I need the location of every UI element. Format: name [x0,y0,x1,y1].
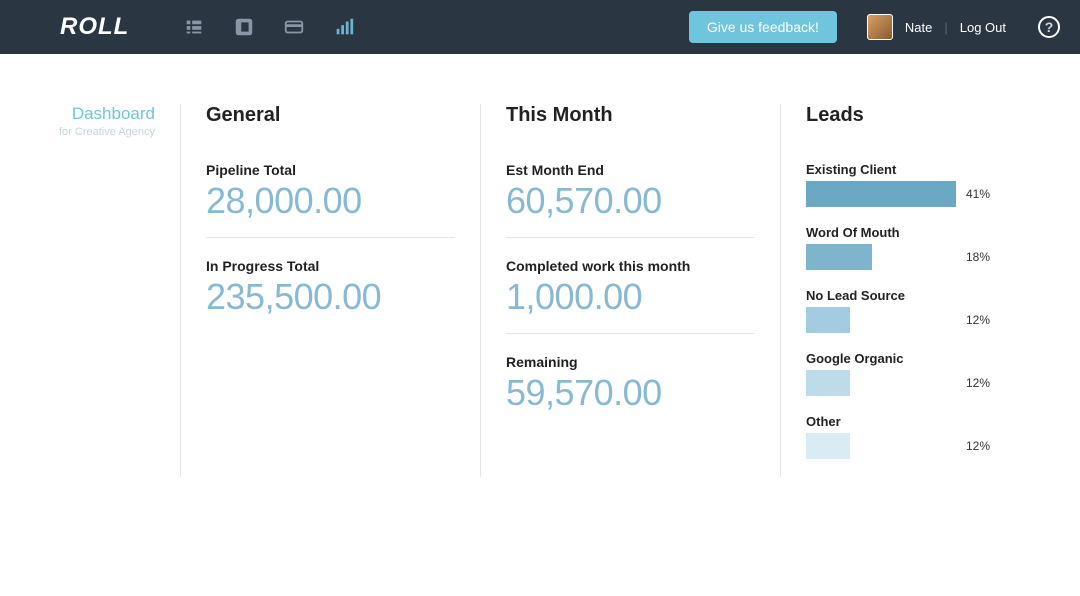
pipeline-value: 28,000.00 [206,180,455,222]
lead-pct: 12% [966,439,990,453]
lead-bar [806,433,850,459]
lead-bar-row: 18% [806,244,1015,270]
lead-bar-row: 41% [806,181,1015,207]
avatar[interactable] [867,14,893,40]
completed-label: Completed work this month [506,258,755,274]
col-leads: Leads Existing Client 41% Word Of Mouth … [780,104,1040,477]
lead-pct: 18% [966,250,990,264]
book-icon[interactable] [219,0,269,54]
feedback-button[interactable]: Give us feedback! [689,11,837,43]
sep: | [944,20,947,35]
est-label: Est Month End [506,162,755,178]
list-icon[interactable] [169,0,219,54]
lead-label: Other [806,414,1015,429]
lead-item: Word Of Mouth 18% [806,225,1015,270]
lead-item: Existing Client 41% [806,162,1015,207]
col-general: General Pipeline Total 28,000.00 In Prog… [180,104,480,477]
leads-heading: Leads [806,104,1015,127]
lead-bar-track [806,370,956,396]
lead-bar [806,370,850,396]
general-heading: General [206,104,455,127]
lead-bar-track [806,181,956,207]
lead-bar-row: 12% [806,433,1015,459]
lead-bar [806,244,872,270]
metric-pipeline: Pipeline Total 28,000.00 [206,162,455,222]
pipeline-label: Pipeline Total [206,162,455,178]
metric-completed: Completed work this month 1,000.00 [506,258,755,318]
divider [206,237,455,238]
sidebar: Dashboard for Creative Agency [0,104,180,477]
lead-label: Google Organic [806,351,1015,366]
divider [506,237,755,238]
leads-list: Existing Client 41% Word Of Mouth 18% No… [806,162,1015,459]
col-month: This Month Est Month End 60,570.00 Compl… [480,104,780,477]
metric-est: Est Month End 60,570.00 [506,162,755,222]
lead-label: Existing Client [806,162,1015,177]
sidebar-subtitle: for Creative Agency [0,126,155,138]
user-name-link[interactable]: Nate [905,20,932,35]
nav-icons [169,0,369,54]
inprogress-value: 235,500.00 [206,276,455,318]
month-heading: This Month [506,104,755,127]
topbar: ROLL Give us feedback! Nate | Log Out ? [0,0,1080,54]
completed-value: 1,000.00 [506,276,755,318]
main: Dashboard for Creative Agency General Pi… [0,54,1080,477]
divider [506,333,755,334]
inprogress-label: In Progress Total [206,258,455,274]
columns: General Pipeline Total 28,000.00 In Prog… [180,104,1080,477]
lead-pct: 12% [966,376,990,390]
lead-pct: 41% [966,187,990,201]
user-area: Nate | Log Out ? [867,14,1060,40]
lead-item: No Lead Source 12% [806,288,1015,333]
remaining-label: Remaining [506,354,755,370]
lead-label: No Lead Source [806,288,1015,303]
lead-item: Other 12% [806,414,1015,459]
card-icon[interactable] [269,0,319,54]
lead-bar [806,307,850,333]
metric-inprogress: In Progress Total 235,500.00 [206,258,455,318]
logout-link[interactable]: Log Out [960,20,1006,35]
est-value: 60,570.00 [506,180,755,222]
sidebar-title[interactable]: Dashboard [0,104,155,124]
lead-bar-row: 12% [806,307,1015,333]
lead-item: Google Organic 12% [806,351,1015,396]
lead-label: Word Of Mouth [806,225,1015,240]
lead-bar-track [806,307,956,333]
remaining-value: 59,570.00 [506,372,755,414]
lead-bar-row: 12% [806,370,1015,396]
lead-bar-track [806,244,956,270]
lead-pct: 12% [966,313,990,327]
help-icon[interactable]: ? [1038,16,1060,38]
chart-icon[interactable] [319,0,369,54]
lead-bar [806,181,956,207]
logo[interactable]: ROLL [60,13,129,41]
metric-remaining: Remaining 59,570.00 [506,354,755,414]
lead-bar-track [806,433,956,459]
